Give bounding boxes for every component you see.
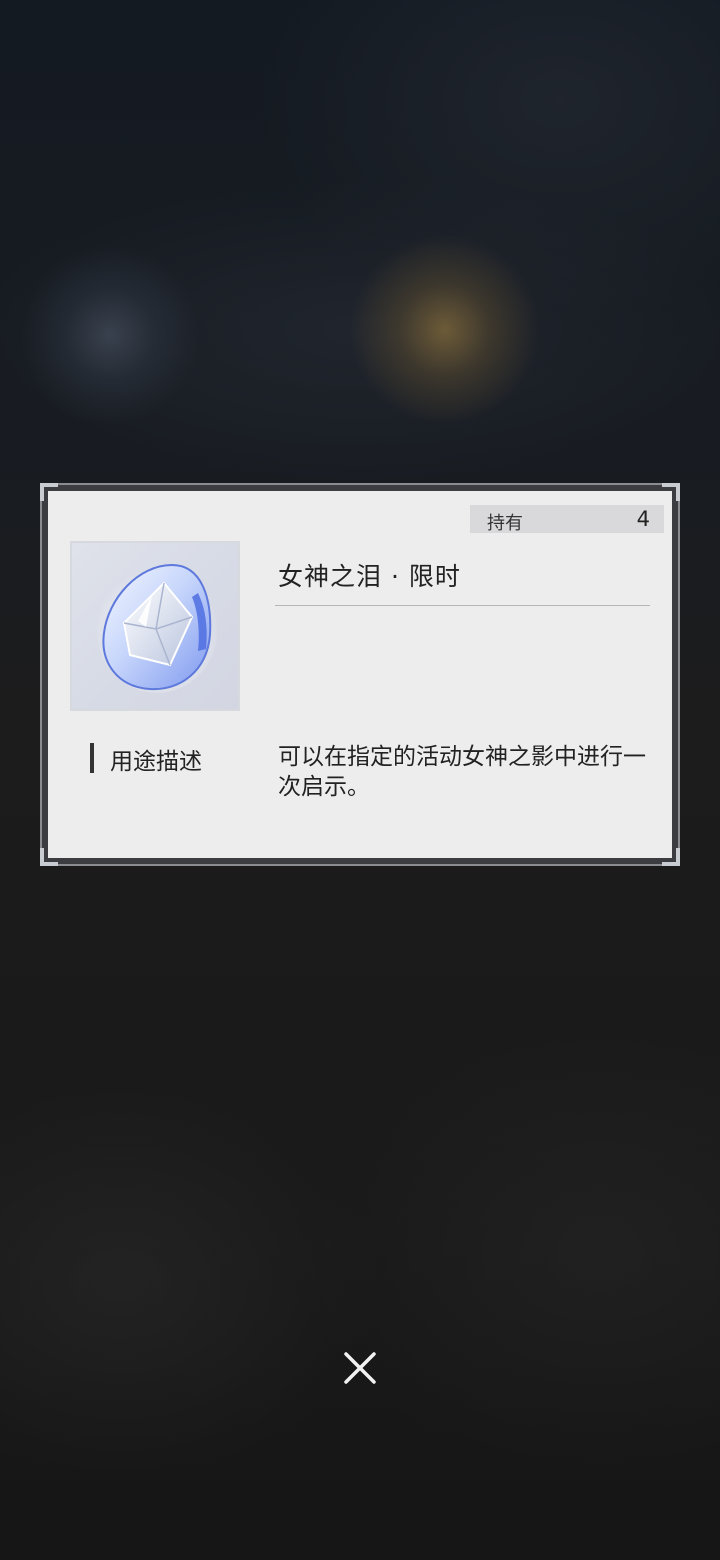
usage-label: 用途描述 bbox=[110, 749, 202, 775]
crystal-teardrop-icon bbox=[97, 563, 217, 693]
close-button[interactable] bbox=[332, 1340, 388, 1396]
owned-label: 持有 bbox=[487, 513, 523, 534]
usage-description: 可以在指定的活动女神之影中进行一次启示。 bbox=[278, 744, 646, 800]
close-icon bbox=[344, 1352, 376, 1384]
item-detail-panel: 持有 4 女神之泪 · 限时 用途描述 可以在指定的活动女神之影中进行一次启示。 bbox=[48, 491, 672, 858]
owned-count-bar: 持有 4 bbox=[470, 505, 664, 534]
owned-count: 4 bbox=[636, 507, 650, 531]
name-divider bbox=[275, 605, 650, 606]
usage-marker bbox=[90, 743, 94, 773]
item-icon-box bbox=[70, 541, 240, 711]
item-name: 女神之泪 · 限时 bbox=[278, 562, 461, 591]
item-detail-dialog: 持有 4 女神之泪 · 限时 用途描述 可以在指定的活动女神之影中进行一次启示。 bbox=[40, 483, 680, 866]
